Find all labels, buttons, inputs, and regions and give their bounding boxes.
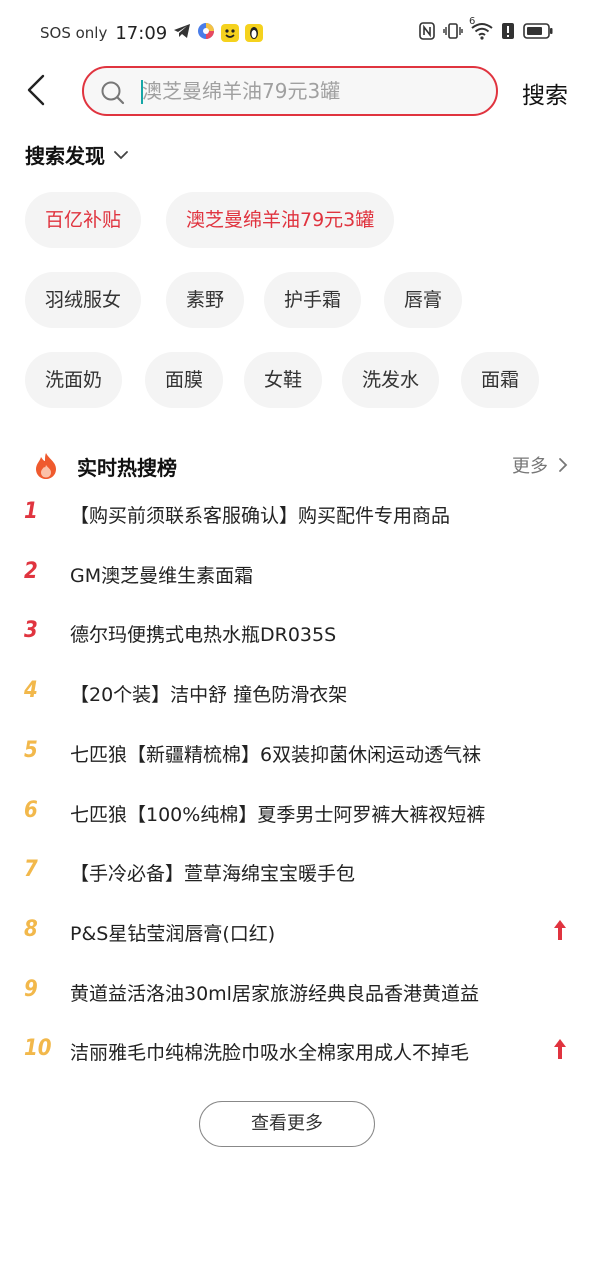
nfc-icon bbox=[419, 22, 435, 44]
search-header: 搜索 bbox=[0, 66, 591, 120]
hot-rank-number: 6 bbox=[24, 798, 38, 823]
discover-chip[interactable]: 羽绒服女 bbox=[25, 272, 142, 328]
hot-search-item[interactable]: 5 七匹狼【新疆精梳棉】6双装抑菌休闲运动透气袜 bbox=[0, 732, 591, 780]
hot-item-text: 七匹狼【100%纯棉】夏季男士阿罗裤大裤衩短裤 bbox=[70, 804, 486, 826]
network-superscript: 6 bbox=[469, 16, 476, 27]
discover-chip[interactable]: 面膜 bbox=[145, 352, 224, 408]
hot-item-text: 【手冷必备】萱草海绵宝宝暖手包 bbox=[70, 863, 356, 885]
discover-chip[interactable]: 洗面奶 bbox=[25, 352, 123, 408]
hot-rank-number: 3 bbox=[24, 618, 38, 643]
discover-chip[interactable]: 唇膏 bbox=[384, 272, 463, 328]
hot-item-text: GM澳芝曼维生素面霜 bbox=[70, 565, 254, 587]
hot-search-item[interactable]: 7 【手冷必备】萱草海绵宝宝暖手包 bbox=[0, 851, 591, 899]
hot-item-text: P&S星钻莹润唇膏(口红) bbox=[70, 923, 276, 945]
hot-search-item[interactable]: 2 GM澳芝曼维生素面霜 bbox=[0, 553, 591, 601]
hot-search-title: 实时热搜榜 bbox=[77, 456, 177, 480]
back-button[interactable] bbox=[26, 74, 58, 110]
trend-up-icon bbox=[553, 919, 567, 945]
discover-header[interactable]: 搜索发现 bbox=[25, 140, 129, 169]
search-box[interactable] bbox=[82, 66, 498, 116]
alert-icon bbox=[501, 22, 515, 44]
hot-rank-number: 4 bbox=[24, 678, 38, 703]
hot-item-text: 七匹狼【新疆精梳棉】6双装抑菌休闲运动透气袜 bbox=[70, 744, 482, 766]
trend-up-icon bbox=[553, 1038, 567, 1064]
discover-chip[interactable]: 百亿补贴 bbox=[25, 192, 142, 248]
hot-item-text: 【购买前须联系客服确认】购买配件专用商品 bbox=[70, 505, 451, 527]
discover-chip[interactable]: 面霜 bbox=[461, 352, 540, 408]
search-input[interactable] bbox=[142, 74, 482, 108]
discover-chip[interactable]: 澳芝曼绵羊油79元3罐 bbox=[166, 192, 395, 248]
chevron-down-icon bbox=[114, 150, 128, 159]
status-right: 6 bbox=[419, 16, 553, 44]
hot-item-text: 【20个装】洁中舒 撞色防滑衣架 bbox=[70, 684, 348, 706]
hot-item-text: 德尔玛便携式电热水瓶DR035S bbox=[70, 624, 337, 646]
hot-more-link[interactable]: 更多 bbox=[512, 452, 568, 478]
smiley-app-icon bbox=[221, 24, 240, 42]
hot-rank-number: 5 bbox=[24, 738, 38, 763]
search-icon bbox=[100, 80, 126, 110]
hot-rank-number: 10 bbox=[24, 1036, 52, 1061]
hot-search-item[interactable]: 9 黄道益活洛油30ml居家旅游经典良品香港黄道益 bbox=[0, 971, 591, 1019]
chevron-left-icon bbox=[27, 74, 45, 106]
hot-search-header: 实时热搜榜 更多 bbox=[25, 448, 570, 482]
chevron-right-icon bbox=[559, 458, 568, 472]
hot-search-item[interactable]: 4 【20个装】洁中舒 撞色防滑衣架 bbox=[0, 672, 591, 720]
discover-chip[interactable]: 洗发水 bbox=[342, 352, 440, 408]
search-submit-button[interactable]: 搜索 bbox=[522, 76, 568, 110]
hot-item-text: 洁丽雅毛巾纯棉洗脸巾吸水全棉家用成人不掉毛 bbox=[70, 1042, 470, 1064]
hot-rank-number: 2 bbox=[24, 559, 38, 584]
discover-chip[interactable]: 护手霜 bbox=[264, 272, 362, 328]
hot-search-item[interactable]: 1 【购买前须联系客服确认】购买配件专用商品 bbox=[0, 493, 591, 541]
colorful-app-icon bbox=[197, 22, 215, 44]
hot-more-label: 更多 bbox=[512, 456, 548, 477]
penguin-app-icon bbox=[245, 24, 264, 42]
status-bar: SOS only 17:09 6 bbox=[0, 0, 591, 66]
discover-chip[interactable]: 女鞋 bbox=[244, 352, 323, 408]
hot-search-item[interactable]: 8 P&S星钻莹润唇膏(口红) bbox=[0, 911, 591, 959]
status-left: SOS only 17:09 bbox=[40, 22, 264, 44]
discover-chip[interactable]: 素野 bbox=[166, 272, 245, 328]
hot-item-text: 黄道益活洛油30ml居家旅游经典良品香港黄道益 bbox=[70, 983, 479, 1005]
hot-search-item[interactable]: 10 洁丽雅毛巾纯棉洗脸巾吸水全棉家用成人不掉毛 bbox=[0, 1030, 591, 1078]
clock: 17:09 bbox=[115, 22, 168, 44]
view-more-button[interactable]: 查看更多 bbox=[199, 1101, 375, 1147]
flame-icon bbox=[33, 452, 59, 484]
discover-title: 搜索发现 bbox=[25, 144, 105, 168]
hot-rank-number: 7 bbox=[24, 857, 38, 882]
battery-icon bbox=[523, 22, 553, 44]
hot-search-item[interactable]: 3 德尔玛便携式电热水瓶DR035S bbox=[0, 612, 591, 660]
telegram-icon bbox=[173, 23, 191, 43]
hot-rank-number: 1 bbox=[24, 499, 38, 524]
vibrate-icon bbox=[443, 22, 463, 44]
hot-rank-number: 8 bbox=[24, 917, 38, 942]
carrier-label: SOS only bbox=[40, 24, 108, 42]
hot-rank-number: 9 bbox=[24, 977, 38, 1002]
hot-search-item[interactable]: 6 七匹狼【100%纯棉】夏季男士阿罗裤大裤衩短裤 bbox=[0, 792, 591, 840]
wifi-icon: 6 bbox=[469, 16, 493, 44]
